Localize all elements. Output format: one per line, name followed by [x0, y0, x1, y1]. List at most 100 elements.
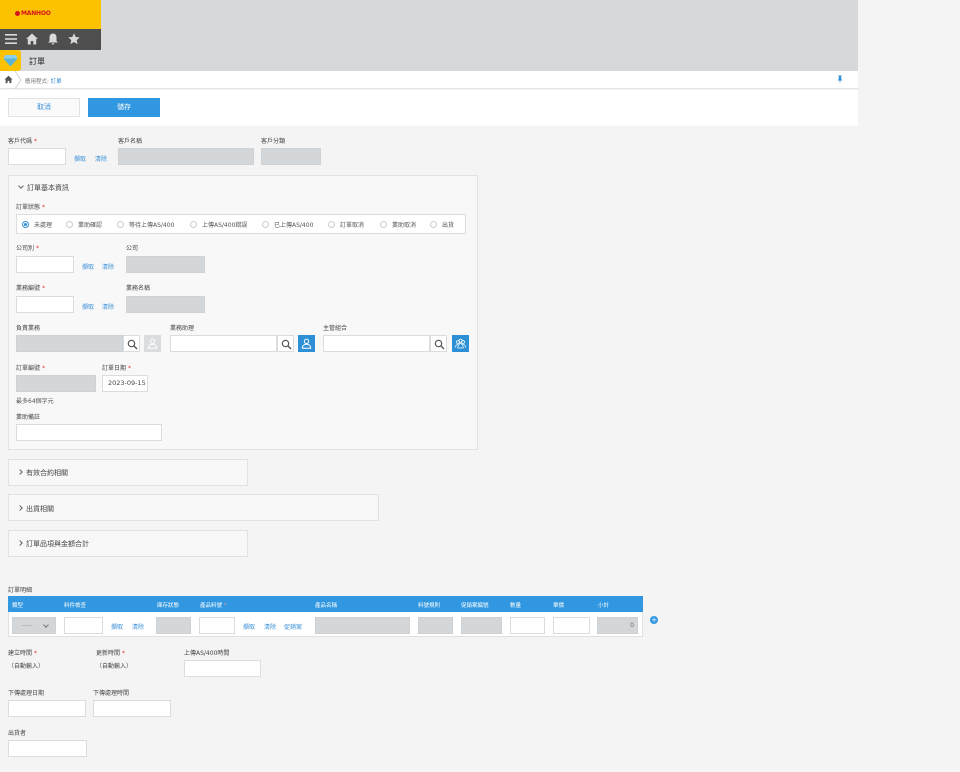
shipper-input[interactable]	[8, 740, 87, 757]
status-radio-unprocessed[interactable]: 未處理	[22, 220, 52, 229]
col-part-check: 料件檢查	[64, 603, 87, 609]
breadcrumb-current[interactable]: 訂單	[51, 79, 62, 85]
row-part-rule-field	[418, 617, 453, 634]
breadcrumb-home-icon[interactable]	[4, 75, 13, 84]
col-stock-status: 庫存狀態	[157, 603, 180, 609]
col-type: 類型	[12, 603, 24, 609]
add-circle-icon[interactable]: +	[650, 616, 658, 624]
bell-icon[interactable]	[46, 32, 60, 46]
shipping-section[interactable]	[8, 494, 379, 521]
responsible-sales-label: 負責業務	[16, 325, 41, 332]
customer-category-field	[261, 148, 321, 165]
customer-clear-link[interactable]: 清除	[95, 154, 107, 163]
col-quantity: 數量	[510, 603, 522, 609]
star-icon[interactable]	[67, 32, 81, 46]
assistant-note-label: 業助備註	[16, 414, 41, 421]
status-radio-upload-error[interactable]: 上傳AS/400錯誤	[190, 220, 247, 229]
upload-time-input[interactable]	[184, 660, 261, 677]
user-icon	[147, 338, 158, 349]
app-icon	[0, 50, 21, 71]
breadcrumb-separator	[14, 71, 22, 89]
breadcrumb	[0, 71, 858, 89]
company-name-field	[126, 256, 205, 273]
assistant-search-button[interactable]	[277, 335, 294, 352]
supervisor-input[interactable]	[323, 335, 430, 352]
row-type-select[interactable]: -----	[12, 617, 56, 634]
company-code-input[interactable]	[16, 256, 74, 273]
customer-name-label: 客戶名稱	[118, 138, 143, 145]
row-quantity-input[interactable]	[510, 617, 545, 634]
row-unit-price-input[interactable]	[553, 617, 590, 634]
col-promo-no: 促銷案編號	[461, 603, 489, 609]
status-radio-awaiting-upload[interactable]: 等待上傳AS/400	[117, 220, 174, 229]
sales-code-input[interactable]	[16, 296, 74, 313]
responsible-search-button[interactable]	[123, 335, 140, 352]
row-part-check-input[interactable]	[64, 617, 103, 634]
icon-toolbar	[0, 29, 101, 50]
next-process-time-input[interactable]	[93, 700, 171, 717]
sales-code-label: 業務編號 *	[16, 285, 46, 292]
supervisor-group-button[interactable]	[452, 335, 469, 352]
shipping-section-title[interactable]: 出貨相關	[17, 504, 54, 514]
assistant-user-button[interactable]	[298, 335, 315, 352]
status-radio-uploaded[interactable]: 已上傳AS/400	[262, 220, 313, 229]
next-process-date-input[interactable]	[8, 700, 86, 717]
assistant-input[interactable]	[170, 335, 277, 352]
col-product-code: 產品料號 *	[200, 603, 227, 609]
row-stock-status-field	[156, 617, 191, 634]
row-product-clear-link[interactable]: 清除	[264, 622, 276, 631]
sales-clear-link[interactable]: 清除	[102, 302, 114, 311]
next-process-time-label: 下傳處理時間	[93, 690, 130, 697]
row-product-name-field	[315, 617, 410, 634]
updated-time-label: 更新時間 *	[96, 650, 126, 657]
items-total-section-title[interactable]: 訂單品項與金額合計	[17, 539, 89, 549]
sales-name-label: 業務名稱	[126, 285, 151, 292]
status-radio-shipped[interactable]: 出貨	[430, 220, 454, 229]
top-header	[0, 0, 858, 71]
customer-code-label: 客戶代碼 *	[8, 138, 38, 145]
customer-name-field	[118, 148, 254, 165]
company-clear-link[interactable]: 清除	[102, 262, 114, 271]
responsible-sales-field	[16, 335, 123, 352]
order-basic-info-toggle[interactable]: 訂單基本資訊	[18, 183, 69, 193]
status-radio-assistant-cancelled[interactable]: 業助取消	[380, 220, 416, 229]
row-product-fetch-link[interactable]: 擷取	[243, 622, 255, 631]
upload-time-label: 上傳AS/400時間	[184, 650, 230, 657]
order-date-input[interactable]: 2023-09-15	[102, 375, 148, 392]
search-icon	[281, 339, 292, 350]
customer-category-label: 客戶分類	[261, 138, 286, 145]
diamond-icon	[3, 55, 18, 67]
shipper-label: 出貨者	[8, 730, 27, 737]
supervisor-search-button[interactable]	[430, 335, 447, 352]
assistant-label: 業務助理	[170, 325, 195, 332]
menu-icon[interactable]	[4, 32, 18, 46]
cancel-button[interactable]: 取消	[8, 98, 80, 117]
row-promo-link[interactable]: 促銷案	[284, 622, 302, 631]
customer-code-input[interactable]	[8, 148, 66, 165]
search-icon	[434, 339, 445, 350]
order-no-field	[16, 375, 96, 392]
home-icon[interactable]	[25, 32, 39, 46]
user-icon	[301, 338, 312, 349]
row-product-code-input[interactable]	[199, 617, 235, 634]
company-fetch-link[interactable]: 擷取	[82, 262, 94, 271]
company-code-label: 公司別 *	[16, 245, 40, 252]
contract-section-title[interactable]: 有效合約相關	[17, 468, 68, 478]
save-button[interactable]: 儲存	[88, 98, 160, 117]
row-subtotal-field: 0	[597, 617, 638, 634]
col-unit-price: 單價	[553, 603, 565, 609]
search-icon	[127, 339, 138, 350]
group-icon	[455, 338, 466, 349]
row-part-fetch-link[interactable]: 擷取	[111, 622, 123, 631]
col-subtotal: 小計	[598, 603, 610, 609]
pin-icon[interactable]	[836, 75, 844, 84]
order-status-label: 訂單狀態 *	[16, 204, 46, 211]
assistant-note-input[interactable]	[16, 424, 162, 441]
sales-fetch-link[interactable]: 擷取	[82, 302, 94, 311]
status-radio-assistant-confirmed[interactable]: 業助確認	[66, 220, 102, 229]
responsible-user-button	[144, 335, 161, 352]
order-no-label: 訂單編號 *	[16, 365, 46, 372]
customer-fetch-link[interactable]: 擷取	[74, 154, 86, 163]
row-part-clear-link[interactable]: 清除	[132, 622, 144, 631]
status-radio-order-cancelled[interactable]: 訂單取消	[328, 220, 364, 229]
